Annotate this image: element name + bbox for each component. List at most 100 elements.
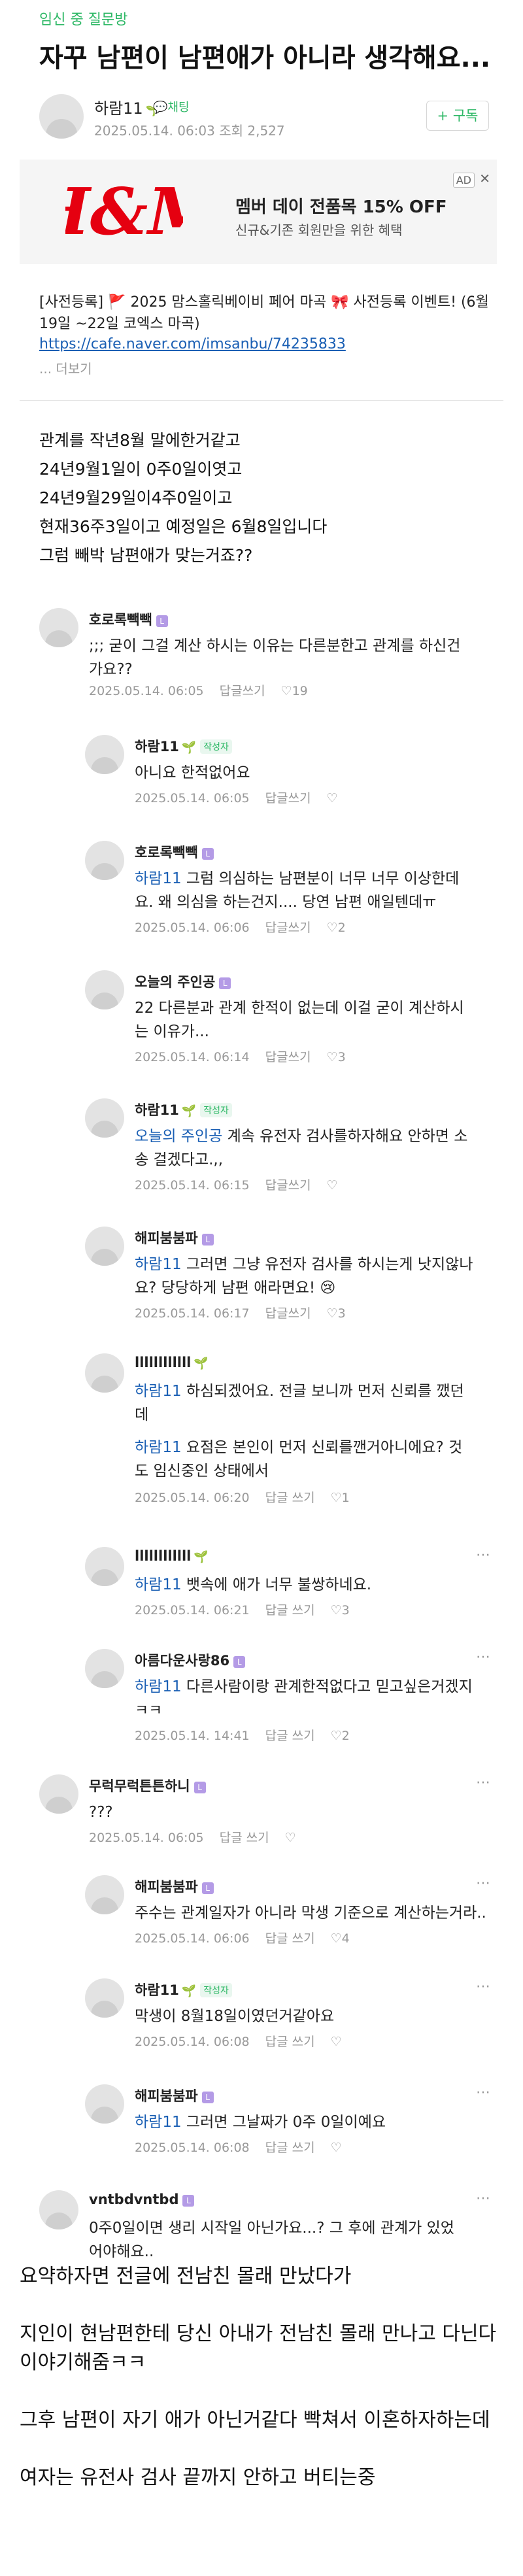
avatar[interactable] bbox=[85, 1649, 124, 1688]
mention-link[interactable]: 하람11 bbox=[135, 1439, 182, 1456]
more-options-icon[interactable]: ⋯ bbox=[476, 1649, 490, 1665]
commenter-name-text[interactable]: 호로록빽빽 bbox=[89, 612, 152, 628]
reply-button[interactable]: 답글 쓰기 bbox=[265, 1729, 315, 1743]
commenter-name-text[interactable]: 아름다운사랑86 bbox=[135, 1653, 229, 1669]
avatar[interactable] bbox=[39, 2190, 78, 2229]
like-button[interactable]: ♡ bbox=[327, 1178, 338, 1193]
comment: 호로록빽빽 L ;;; 굳이 그걸 계산 하시는 이유는 다른분한고 관계를 하신… bbox=[39, 608, 490, 706]
commenter-name-text[interactable]: llllllllllll bbox=[135, 1355, 191, 1370]
author-name-text[interactable]: 하람11 bbox=[94, 99, 143, 118]
avatar[interactable] bbox=[85, 1353, 124, 1393]
like-button[interactable]: ♡3 bbox=[327, 1050, 346, 1064]
reply-button[interactable]: 답글쓰기 bbox=[265, 791, 311, 805]
like-button[interactable]: ♡2 bbox=[327, 921, 346, 935]
commenter-name-text[interactable]: 하람11 bbox=[135, 1982, 179, 1998]
reply-button[interactable]: 답글 쓰기 bbox=[265, 1491, 315, 1505]
more-options-icon[interactable]: ⋯ bbox=[476, 1547, 490, 1563]
summary: 요약하자면 전글에 전남친 몰래 만났다가 지인이 현남편한테 당신 아내가 전… bbox=[20, 2262, 503, 2521]
commenter-name-text[interactable]: 호로록빽빽 bbox=[135, 845, 198, 860]
author-name[interactable]: 하람11 🌱 bbox=[94, 95, 160, 118]
more-button[interactable]: ... 더보기 bbox=[39, 358, 92, 377]
commenter-name-text[interactable]: 무럭무럭튼튼하니 bbox=[89, 1778, 190, 1794]
like-button[interactable]: ♡3 bbox=[331, 1603, 350, 1618]
mention-link[interactable]: 하람11 bbox=[135, 870, 182, 887]
more-options-icon[interactable]: ⋯ bbox=[476, 1875, 490, 1891]
mention-link[interactable]: 하람11 bbox=[135, 1576, 182, 1593]
commenter-name[interactable]: vntbdvntbd L bbox=[89, 2192, 195, 2207]
like-button[interactable]: ♡3 bbox=[327, 1306, 346, 1321]
like-button[interactable]: ♡ bbox=[331, 2035, 342, 2049]
reply-button[interactable]: 답글쓰기 bbox=[220, 684, 265, 698]
commenter-name[interactable]: 아름다운사랑86 L bbox=[135, 1650, 246, 1670]
mention-link[interactable]: 하람11 bbox=[135, 2114, 182, 2131]
like-button[interactable]: ♡ bbox=[285, 1831, 296, 1845]
mention-link[interactable]: 하람11 bbox=[135, 1383, 182, 1400]
avatar[interactable] bbox=[39, 94, 84, 139]
commenter-name[interactable]: 호로록빽빽 L bbox=[135, 842, 214, 862]
commenter-name[interactable]: 오늘의 주인공 L bbox=[135, 972, 231, 991]
like-button[interactable]: ♡ bbox=[327, 791, 338, 805]
like-button[interactable]: ♡19 bbox=[281, 684, 308, 698]
comment-text: 0주0일이면 생리 시작일 아닌가요...? 그 후에 관계가 있었어야해요.. bbox=[89, 2220, 454, 2260]
commenter-name-text[interactable]: llllllllllll bbox=[135, 1548, 191, 1564]
commenter-name-text[interactable]: 하람11 bbox=[135, 739, 179, 754]
reply-button[interactable]: 답글 쓰기 bbox=[265, 2035, 315, 2049]
avatar[interactable] bbox=[39, 1774, 78, 1814]
reply-button[interactable]: 답글 쓰기 bbox=[265, 2141, 315, 2155]
heart-icon: ♡ bbox=[330, 1729, 342, 1743]
commenter-name[interactable]: 하람11 🌱 작성자 bbox=[135, 1100, 232, 1119]
avatar[interactable] bbox=[85, 2084, 124, 2124]
like-button[interactable]: ♡2 bbox=[331, 1729, 350, 1743]
reply-button[interactable]: 답글쓰기 bbox=[265, 921, 311, 935]
avatar[interactable] bbox=[85, 1875, 124, 1914]
commenter-name-text[interactable]: vntbdvntbd bbox=[89, 2192, 178, 2207]
reply-button[interactable]: 답글 쓰기 bbox=[265, 1931, 315, 1946]
commenter-name[interactable]: 해피붐붐파 L bbox=[135, 2086, 214, 2105]
ad-banner[interactable]: H&M 멤버 데이 전품목 15% OFF 신규&기존 회원만을 위한 혜택 A… bbox=[20, 160, 497, 264]
commenter-name[interactable]: 해피붐붐파 L bbox=[135, 1876, 214, 1896]
like-button[interactable]: ♡4 bbox=[331, 1931, 350, 1946]
commenter-name-text[interactable]: 해피붐붐파 bbox=[135, 1230, 198, 1246]
commenter-name[interactable]: llllllllllll 🌱 bbox=[135, 1548, 209, 1564]
avatar[interactable] bbox=[85, 970, 124, 1009]
like-button[interactable]: ♡1 bbox=[331, 1491, 350, 1505]
mention-link[interactable]: 하람11 bbox=[135, 1256, 182, 1273]
mention-link[interactable]: 오늘의 주인공 bbox=[135, 1128, 222, 1145]
more-options-icon[interactable]: ⋯ bbox=[476, 2190, 490, 2207]
commenter-name[interactable]: llllllllllll 🌱 bbox=[135, 1355, 209, 1370]
more-options-icon[interactable]: ⋯ bbox=[476, 1978, 490, 1995]
commenter-name[interactable]: 해피붐붐파 L bbox=[135, 1228, 214, 1247]
commenter-name-text[interactable]: 해피붐붐파 bbox=[135, 2088, 198, 2104]
avatar[interactable] bbox=[85, 1978, 124, 2018]
commenter-name[interactable]: 호로록빽빽 L bbox=[89, 609, 168, 629]
more-options-icon[interactable]: ⋯ bbox=[476, 2084, 490, 2101]
commenter-name-text[interactable]: 해피붐붐파 bbox=[135, 1879, 198, 1895]
avatar[interactable] bbox=[85, 841, 124, 880]
avatar[interactable] bbox=[39, 608, 78, 647]
board-name[interactable]: 임신 중 질문방 bbox=[39, 8, 127, 29]
commenter-name[interactable]: 무럭무럭튼튼하니 L bbox=[89, 1776, 206, 1795]
more-options-icon[interactable]: ⋯ bbox=[476, 1774, 490, 1791]
comment: llllllllllll 🌱 하람11 하심되겠어요. 전글 보니까 먼저 신뢰를… bbox=[85, 1353, 490, 1429]
follow-button[interactable]: + 구독 bbox=[426, 101, 489, 131]
commenter-name[interactable]: 하람11 🌱 작성자 bbox=[135, 1980, 232, 1999]
like-button[interactable]: ♡ bbox=[331, 2141, 342, 2155]
avatar[interactable] bbox=[85, 1098, 124, 1138]
reply-button[interactable]: 답글쓰기 bbox=[265, 1050, 311, 1064]
chat-button[interactable]: 💬채팅 bbox=[153, 98, 190, 115]
notice-link[interactable]: https://cafe.naver.com/imsanbu/74235833 bbox=[39, 336, 346, 352]
avatar[interactable] bbox=[85, 1547, 124, 1586]
commenter-name-text[interactable]: 오늘의 주인공 bbox=[135, 974, 215, 990]
close-icon[interactable]: ✕ bbox=[479, 171, 490, 186]
avatar[interactable] bbox=[85, 1227, 124, 1266]
reply-button[interactable]: 답글 쓰기 bbox=[265, 1603, 315, 1618]
sprout-icon: 🌱 bbox=[181, 1104, 197, 1118]
avatar[interactable] bbox=[85, 735, 124, 774]
reply-button[interactable]: 답글쓰기 bbox=[265, 1178, 311, 1193]
reply-button[interactable]: 답글쓰기 bbox=[265, 1306, 311, 1321]
reply-button[interactable]: 답글 쓰기 bbox=[220, 1831, 269, 1845]
commenter-name[interactable]: 하람11 🌱 작성자 bbox=[135, 736, 232, 756]
post-body: 관계를 작년8월 말에한거같고 24년9월1일이 0주0일이엿고 24년9월29… bbox=[39, 426, 327, 570]
mention-link[interactable]: 하람11 bbox=[135, 1678, 182, 1695]
commenter-name-text[interactable]: 하람11 bbox=[135, 1102, 179, 1118]
